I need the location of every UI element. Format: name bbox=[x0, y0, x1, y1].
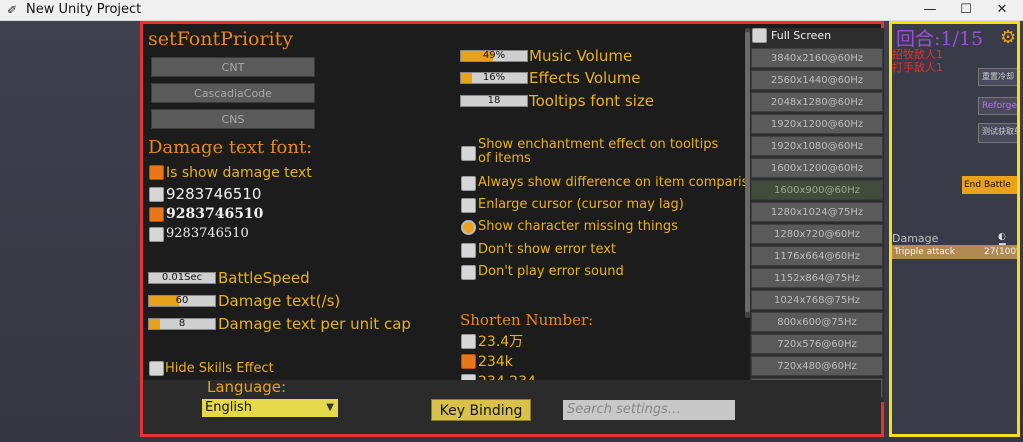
tooltips-font-slider[interactable]: 18 bbox=[460, 95, 528, 107]
effects-volume-value: 16% bbox=[482, 72, 506, 83]
battle-speed-slider[interactable]: 0.01Sec bbox=[148, 272, 216, 284]
damage-cap-label: Damage text per unit cap bbox=[218, 315, 411, 333]
font-sample-radio-2[interactable] bbox=[149, 207, 164, 222]
resolution-option[interactable]: 1280x720@60Hz bbox=[751, 224, 883, 244]
show-damage-checkbox[interactable] bbox=[149, 165, 164, 180]
font-sample-radio-3[interactable] bbox=[149, 227, 164, 242]
font-button-cns[interactable]: CNS bbox=[151, 109, 315, 129]
window-title: New Unity Project bbox=[26, 2, 142, 17]
shorten-choice-2: 234k bbox=[478, 354, 513, 370]
font-button-cascadiacode[interactable]: CascadiaCode bbox=[151, 83, 315, 103]
resolution-option[interactable]: 720x576@60Hz bbox=[751, 334, 883, 354]
missing-things-label: Show character missing things bbox=[478, 219, 678, 234]
damage-rate-label: Damage text(/s) bbox=[218, 292, 341, 310]
unity-icon: ✐ bbox=[7, 3, 18, 17]
damage-row: Tripple attack 27(100% bbox=[892, 245, 1017, 259]
shorten-number-title: Shorten Number: bbox=[460, 311, 594, 329]
font-sample-2: 9283746510 bbox=[166, 206, 264, 222]
hide-skills-checkbox[interactable] bbox=[149, 361, 164, 376]
resolution-option[interactable]: 1280x1024@75Hz bbox=[751, 202, 883, 222]
shorten-choice-radio-2[interactable] bbox=[461, 354, 476, 369]
damage-cap-slider[interactable]: 8 bbox=[148, 318, 216, 330]
key-binding-button[interactable]: Key Binding bbox=[431, 399, 531, 421]
tooltips-font-value: 18 bbox=[487, 95, 501, 106]
language-label: Language: bbox=[207, 378, 287, 396]
font-priority-title: setFontPriority bbox=[148, 28, 293, 50]
show-damage-label: Is show damage text bbox=[166, 165, 312, 181]
font-button-cnt[interactable]: CNT bbox=[151, 57, 315, 77]
full-screen-label: Full Screen bbox=[771, 29, 832, 42]
end-battle-button[interactable]: End Battle bbox=[962, 176, 1017, 194]
language-value: English bbox=[205, 400, 252, 415]
tooltips-font-label: Tooltips font size bbox=[529, 92, 654, 110]
no-error-text-checkbox[interactable] bbox=[461, 243, 476, 258]
shorten-choice-1: 23.4万 bbox=[478, 334, 524, 350]
reforge-button[interactable]: Reforge bbox=[978, 97, 1017, 115]
battle-speed-value: 0.01Sec bbox=[161, 272, 203, 283]
resolution-option[interactable]: 1152x864@75Hz bbox=[751, 268, 883, 288]
resolution-option[interactable]: 1600x1200@60Hz bbox=[751, 158, 883, 178]
damage-header: Damage bbox=[892, 232, 939, 245]
resolution-option[interactable]: 1024x768@75Hz bbox=[751, 290, 883, 310]
resolution-option[interactable]: 2560x1440@60Hz bbox=[751, 70, 883, 90]
reset-cooldown-button[interactable]: 重置冷却 bbox=[978, 68, 1017, 86]
item-compare-checkbox[interactable] bbox=[461, 176, 476, 191]
resolution-option[interactable]: 1176x664@60Hz bbox=[751, 246, 883, 266]
resolution-option[interactable]: 800x600@75Hz bbox=[751, 312, 883, 332]
damage-font-title: Damage text font: bbox=[148, 137, 313, 158]
enchant-tooltip-checkbox[interactable] bbox=[461, 146, 476, 161]
settings-panel: setFontPriority CNT CascadiaCode CNS Dam… bbox=[140, 21, 884, 437]
full-screen-checkbox[interactable] bbox=[752, 28, 767, 43]
font-sample-radio-1[interactable] bbox=[149, 187, 164, 202]
effects-volume-slider[interactable]: 16% bbox=[460, 72, 528, 84]
close-button[interactable]: ✕ bbox=[984, 0, 1020, 20]
test-get-unit-button[interactable]: 测试获取单位 bbox=[978, 123, 1017, 143]
no-error-sound-label: Don't play error sound bbox=[478, 264, 624, 279]
font-sample-3: 9283746510 bbox=[166, 226, 249, 241]
resolution-option[interactable]: 1920x1080@60Hz bbox=[751, 136, 883, 156]
damage-row-name: Tripple attack bbox=[894, 247, 955, 257]
music-volume-slider[interactable]: 49% bbox=[460, 50, 528, 62]
music-volume-label: Music Volume bbox=[529, 47, 633, 65]
resolution-option[interactable]: 1920x1200@60Hz bbox=[751, 114, 883, 134]
search-input[interactable]: Search settings… bbox=[563, 400, 735, 420]
item-compare-label: Always show difference on item compariso… bbox=[478, 175, 765, 190]
enemy-line-2: 打手敌人1 bbox=[892, 61, 943, 74]
minimize-button[interactable]: — bbox=[912, 0, 948, 20]
no-error-sound-checkbox[interactable] bbox=[461, 265, 476, 280]
enlarge-cursor-checkbox[interactable] bbox=[461, 198, 476, 213]
damage-rate-value: 60 bbox=[175, 295, 189, 306]
game-side-panel: 回合:1/15 ⚙ 招牧敌人1 打手敌人1 重置冷却 Reforge 测试获取单… bbox=[889, 21, 1020, 437]
damage-row-value: 27(100% bbox=[984, 247, 1017, 257]
shorten-choice-radio-1[interactable] bbox=[461, 334, 476, 349]
resolution-option[interactable]: 3840x2160@60Hz bbox=[751, 48, 883, 68]
title-bar: ✐ New Unity Project — ☐ ✕ bbox=[0, 0, 1023, 21]
battle-speed-label: BattleSpeed bbox=[218, 269, 310, 287]
resolution-option[interactable]: 720x480@60Hz bbox=[751, 356, 883, 376]
music-volume-value: 49% bbox=[482, 50, 506, 61]
damage-rate-slider[interactable]: 60 bbox=[148, 295, 216, 307]
enchant-tooltip-label: Show enchantment effect on tooltips of i… bbox=[478, 137, 719, 166]
chevron-down-icon: ▼ bbox=[326, 402, 334, 413]
hide-skills-label: Hide Skills Effect bbox=[165, 361, 274, 376]
language-select[interactable]: English ▼ bbox=[202, 399, 338, 417]
font-sample-1: 9283746510 bbox=[166, 185, 262, 203]
missing-things-checkbox[interactable] bbox=[461, 220, 476, 235]
effects-volume-label: Effects Volume bbox=[529, 69, 641, 87]
resolution-option[interactable]: 1600x900@60Hz bbox=[751, 180, 883, 200]
resolution-option[interactable]: 2048x1280@60Hz bbox=[751, 92, 883, 112]
gear-icon[interactable]: ⚙ bbox=[1000, 27, 1016, 48]
enlarge-cursor-label: Enlarge cursor (cursor may lag) bbox=[478, 197, 684, 212]
no-error-text-label: Don't show error text bbox=[478, 242, 616, 257]
maximize-button[interactable]: ☐ bbox=[948, 0, 984, 20]
damage-cap-value: 8 bbox=[178, 318, 186, 329]
